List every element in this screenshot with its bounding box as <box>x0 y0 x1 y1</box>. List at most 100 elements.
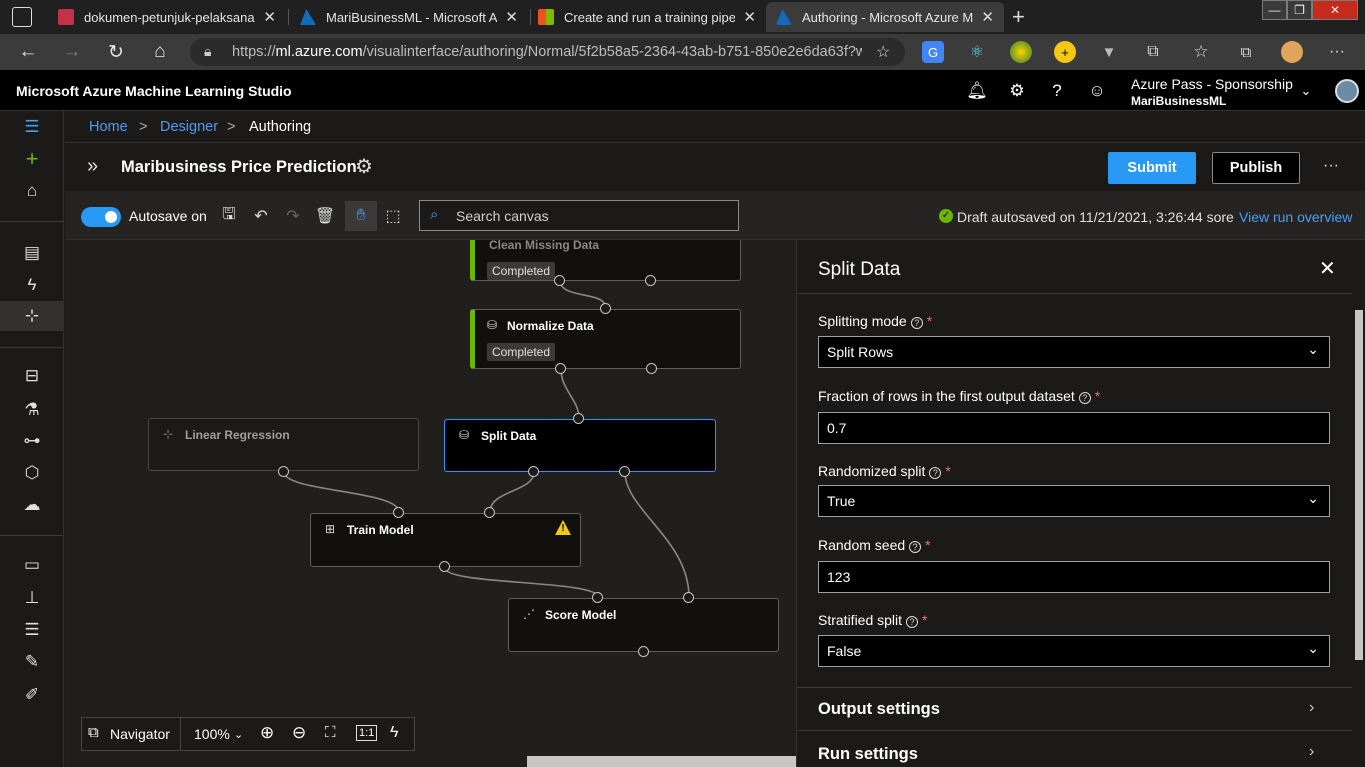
translate-extension-icon[interactable]: G <box>922 41 944 63</box>
close-tab-icon[interactable]: ✕ <box>263 8 276 26</box>
stratified-split-dropdown[interactable]: False ⌄ <box>818 635 1330 667</box>
close-window-icon[interactable]: ✕ <box>1312 0 1358 20</box>
user-avatar[interactable] <box>1335 79 1359 103</box>
randomized-split-dropdown[interactable]: True ⌄ <box>818 485 1330 517</box>
profile-avatar[interactable] <box>1281 41 1303 63</box>
workspace-name[interactable]: MariBusinessML <box>1131 94 1226 108</box>
fit-to-screen-icon[interactable]: ⛶ <box>325 724 336 741</box>
output-port[interactable] <box>645 275 656 286</box>
output-port[interactable] <box>278 466 289 477</box>
node-clean-missing-data[interactable]: Clean Missing Data Completed <box>470 240 741 281</box>
app-title[interactable]: Microsoft Azure Machine Learning Studio <box>16 83 292 99</box>
expand-chevron-icon[interactable]: » <box>87 155 98 178</box>
info-icon[interactable]: ? <box>909 541 922 553</box>
output-port[interactable] <box>439 561 450 572</box>
fraction-input[interactable]: 0.7 <box>818 412 1330 444</box>
chevron-down-icon[interactable]: ⌄ <box>234 728 243 741</box>
pipeline-settings-gear-icon[interactable]: ⚙ <box>355 154 373 179</box>
designer-icon[interactable]: ⊹ <box>0 301 64 331</box>
input-port[interactable] <box>393 507 404 518</box>
pipelines-icon[interactable]: ⊶ <box>20 429 44 453</box>
favorite-add-icon[interactable]: ☆ <box>876 42 890 62</box>
search-canvas-input[interactable]: ⌕ Search canvas <box>419 200 739 231</box>
home-icon[interactable]: ⌂ <box>20 179 44 203</box>
info-icon[interactable]: ? <box>929 467 942 479</box>
navigator-button[interactable]: Navigator <box>110 726 170 742</box>
input-port[interactable] <box>600 303 611 314</box>
close-panel-icon[interactable]: ✕ <box>1319 256 1336 281</box>
extensions-icon[interactable]: ⧉ <box>1142 41 1164 63</box>
endpoints-icon[interactable]: ☁ <box>20 493 44 517</box>
lock-icon[interactable]: 🔒︎ <box>204 43 211 60</box>
chevron-right-icon[interactable]: › <box>1309 743 1314 761</box>
input-port[interactable] <box>484 507 495 518</box>
zoom-in-icon[interactable]: ⊕ <box>260 723 274 743</box>
pipeline-title[interactable]: Maribusiness Price Prediction <box>121 158 357 177</box>
models-icon[interactable]: ⬡ <box>20 461 44 485</box>
info-icon[interactable]: ? <box>1078 392 1091 404</box>
globe-extension-icon[interactable] <box>1010 41 1032 63</box>
settings-gear-icon[interactable]: ⚙ <box>1006 80 1028 102</box>
node-score-model[interactable]: ⋰ Score Model <box>508 598 779 652</box>
forward-icon[interactable]: → <box>60 40 84 64</box>
redo-icon[interactable]: ↷ <box>281 204 305 228</box>
browser-tab[interactable]: Create and run a training pipeline ✕ <box>528 2 766 32</box>
hamburger-menu-icon[interactable]: ☰ <box>20 115 44 139</box>
chevron-down-icon[interactable]: ⌄ <box>1295 80 1317 102</box>
subscription-name[interactable]: Azure Pass - Sponsorship <box>1131 76 1293 92</box>
home-icon[interactable]: ⌂ <box>148 40 172 64</box>
notebooks-icon[interactable]: ▤ <box>20 241 44 265</box>
environments-icon[interactable]: ⊥ <box>20 586 44 610</box>
zoom-level-dropdown[interactable]: 100% <box>194 726 230 742</box>
compute-icon[interactable]: ▭ <box>20 553 44 577</box>
random-seed-input[interactable]: 123 <box>818 561 1330 593</box>
browser-tab[interactable]: dokumen-petunjuk-pelaksanaan ✕ <box>48 2 286 32</box>
output-port[interactable] <box>528 466 539 477</box>
datastores-icon[interactable]: ☰ <box>20 618 44 642</box>
zoom-out-icon[interactable]: ⊖ <box>292 723 306 743</box>
create-new-icon[interactable]: + <box>20 146 44 171</box>
breadcrumb-designer[interactable]: Designer <box>160 119 218 135</box>
browser-menu-icon[interactable]: ··· <box>1326 41 1348 63</box>
close-tab-icon[interactable]: ✕ <box>743 8 756 26</box>
breadcrumb-home[interactable]: Home <box>89 119 128 135</box>
minimize-window-icon[interactable]: — <box>1262 0 1287 20</box>
node-train-model[interactable]: ⊞ Train Model ! <box>310 513 581 567</box>
url-field[interactable]: 🔒︎ https://ml.azure.com/visualinterface/… <box>190 38 905 66</box>
save-icon[interactable]: 🖫︎ <box>217 204 241 228</box>
submit-button[interactable]: Submit <box>1108 152 1196 184</box>
output-port[interactable] <box>646 363 657 374</box>
scrollbar-thumb[interactable] <box>1355 310 1363 660</box>
automated-ml-icon[interactable]: ϟ <box>20 273 44 297</box>
experiments-icon[interactable]: ⚗ <box>20 398 44 422</box>
autosave-toggle[interactable] <box>81 207 121 227</box>
pan-hand-icon[interactable]: ✋︎ <box>345 201 377 231</box>
back-icon[interactable]: ← <box>16 40 40 64</box>
plus-extension-icon[interactable]: + <box>1054 41 1076 63</box>
favorites-icon[interactable]: ☆ <box>1190 41 1212 63</box>
output-port[interactable] <box>554 275 565 286</box>
restore-window-icon[interactable]: ❐ <box>1287 0 1312 20</box>
help-icon[interactable]: ? <box>1046 80 1068 102</box>
warning-icon[interactable]: ! <box>555 520 571 535</box>
node-linear-regression[interactable]: ⊹ Linear Regression <box>148 418 419 471</box>
close-tab-icon[interactable]: ✕ <box>505 8 518 26</box>
output-port[interactable] <box>638 646 649 657</box>
publish-button[interactable]: Publish <box>1212 152 1300 184</box>
v-extension-icon[interactable]: ▼ <box>1098 41 1120 63</box>
input-port[interactable] <box>683 592 694 603</box>
tab-actions-icon[interactable] <box>12 7 32 27</box>
actual-size-icon[interactable]: 1:1 <box>356 725 378 741</box>
collections-icon[interactable]: ⧉ <box>1235 41 1257 63</box>
input-port[interactable] <box>573 413 584 424</box>
datasets-icon[interactable]: ⊟ <box>20 364 44 388</box>
splitting-mode-dropdown[interactable]: Split Rows ⌄ <box>818 336 1330 368</box>
output-settings-section[interactable]: Output settings <box>818 700 940 719</box>
info-icon[interactable]: ? <box>910 317 923 329</box>
delete-icon[interactable]: 🗑︎ <box>313 204 337 228</box>
chevron-right-icon[interactable]: › <box>1309 699 1314 717</box>
more-options-icon[interactable]: ··· <box>1323 157 1339 175</box>
browser-tab[interactable]: MariBusinessML - Microsoft Azure ✕ <box>290 2 528 32</box>
new-tab-icon[interactable]: + <box>1012 4 1025 30</box>
pipeline-canvas[interactable]: Clean Missing Data Completed ⛁ Normalize… <box>65 240 796 767</box>
